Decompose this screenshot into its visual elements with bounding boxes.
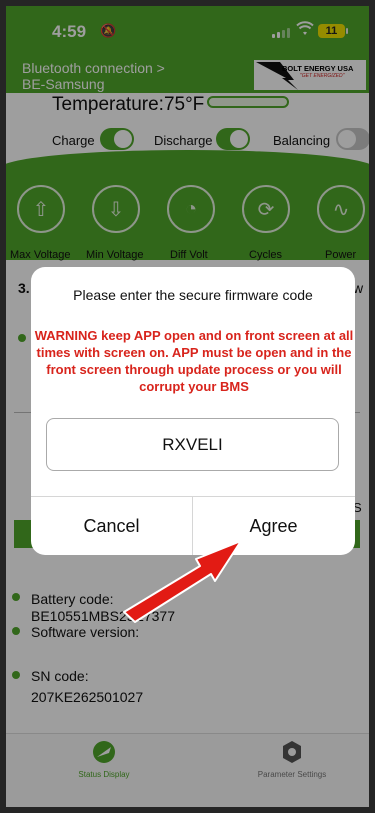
cancel-button[interactable]: Cancel	[31, 497, 192, 555]
firmware-code-input[interactable]	[46, 418, 339, 471]
dialog-title: Please enter the secure firmware code	[73, 287, 313, 303]
agree-button[interactable]: Agree	[193, 497, 354, 555]
dialog-warning: WARNING keep APP open and on front scree…	[34, 328, 354, 394]
firmware-code-dialog: Please enter the secure firmware code WA…	[31, 267, 355, 555]
